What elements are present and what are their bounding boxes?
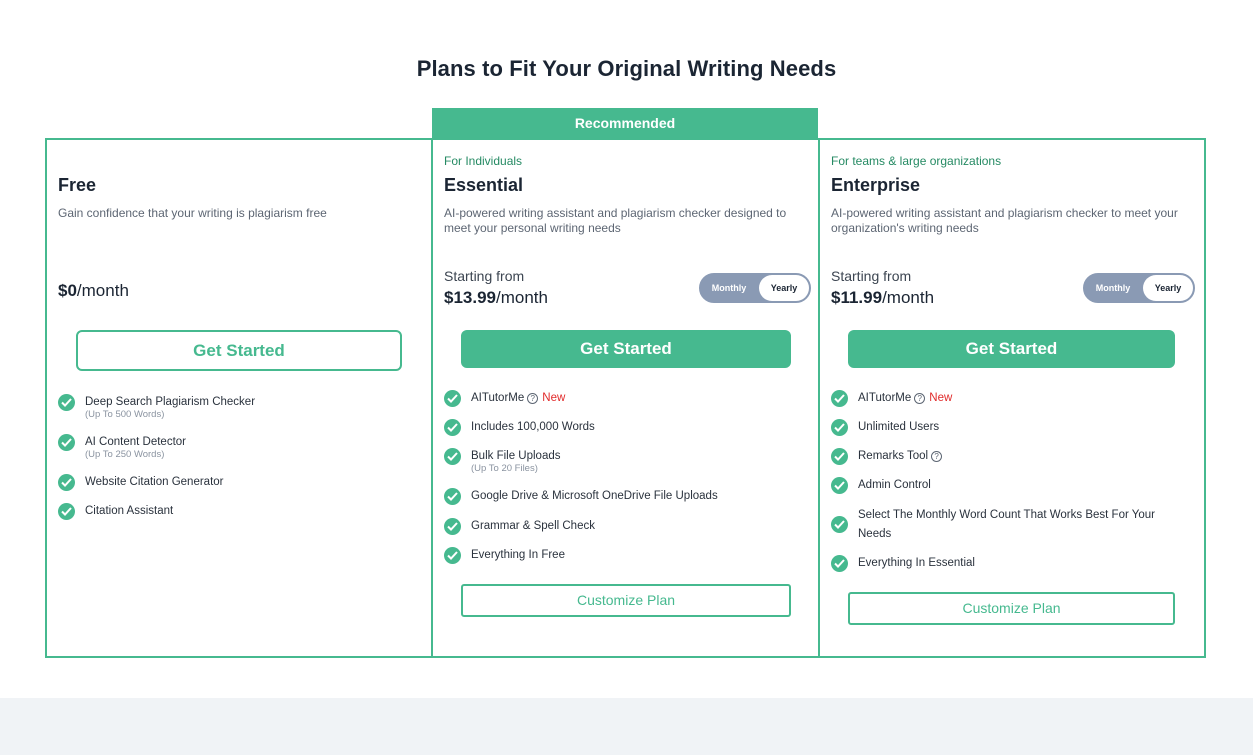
check-icon	[831, 448, 848, 465]
plan-card-essential: For Individuals Essential AI-powered wri…	[433, 140, 820, 656]
check-icon	[831, 477, 848, 494]
customize-plan-button[interactable]: Customize Plan	[848, 592, 1175, 625]
check-icon	[831, 419, 848, 436]
get-started-button[interactable]: Get Started	[848, 330, 1175, 368]
list-item: Deep Search Plagiarism Checker (Up To 50…	[58, 393, 398, 433]
plan-audience: For Individuals	[444, 154, 523, 168]
plan-description: AI-powered writing assistant and plagiar…	[444, 206, 787, 235]
check-icon	[444, 448, 461, 465]
plan-description: AI-powered writing assistant and plagiar…	[831, 206, 1178, 235]
help-icon[interactable]: ?	[931, 451, 943, 462]
toggle-monthly[interactable]: Monthly	[701, 275, 757, 301]
footer-band	[0, 698, 1253, 755]
check-icon	[831, 516, 848, 533]
check-icon	[831, 555, 848, 572]
plan-price: $13.99/month	[444, 288, 548, 307]
list-item: Admin Control	[831, 476, 1181, 506]
starting-from-label: Starting from	[831, 268, 912, 284]
customize-plan-button[interactable]: Customize Plan	[461, 584, 791, 617]
get-started-button[interactable]: Get Started	[76, 330, 402, 371]
check-icon	[444, 488, 461, 505]
plans-container: Free Gain confidence that your writing i…	[45, 138, 1206, 658]
list-item: Google Drive & Microsoft OneDrive File U…	[444, 487, 804, 517]
plan-name: Enterprise	[831, 175, 921, 195]
check-icon	[58, 474, 75, 491]
plan-price: $0/month	[58, 281, 129, 300]
check-icon	[444, 518, 461, 535]
billing-toggle[interactable]: Monthly Yearly	[1083, 273, 1195, 303]
list-item: Everything In Essential	[831, 554, 1181, 583]
list-item: Unlimited Users	[831, 418, 1181, 447]
toggle-yearly[interactable]: Yearly	[759, 275, 809, 301]
list-item: Bulk File Uploads (Up To 20 Files)	[444, 447, 804, 487]
new-badge: New	[929, 392, 953, 404]
help-icon[interactable]: ?	[914, 393, 926, 404]
plan-price: $11.99/month	[831, 288, 935, 307]
plan-name: Free	[58, 175, 97, 195]
feature-list: AITutorMe? New Unlimited Users Remarks To…	[831, 389, 1181, 583]
feature-list: Deep Search Plagiarism Checker (Up To 50…	[58, 393, 398, 531]
plan-description: Gain confidence that your writing is pla…	[58, 206, 327, 220]
check-icon	[58, 503, 75, 520]
check-icon	[58, 434, 75, 451]
check-icon	[444, 547, 461, 564]
list-item: AI Content Detector (Up To 250 Words)	[58, 433, 398, 473]
check-icon	[444, 390, 461, 407]
list-item: AITutorMe? New	[444, 389, 804, 418]
check-icon	[58, 394, 75, 411]
list-item: Website Citation Generator	[58, 473, 398, 502]
check-icon	[831, 390, 848, 407]
list-item: Grammar & Spell Check	[444, 517, 804, 546]
list-item: AITutorMe? New	[831, 389, 1181, 418]
page-title: Plans to Fit Your Original Writing Needs	[416, 56, 837, 81]
new-badge: New	[542, 392, 566, 404]
plan-name: Essential	[444, 175, 524, 195]
help-icon[interactable]: ?	[527, 393, 539, 404]
get-started-button[interactable]: Get Started	[461, 330, 791, 368]
plan-card-free: Free Gain confidence that your writing i…	[47, 140, 433, 656]
plan-card-enterprise: For teams & large organizations Enterpri…	[820, 140, 1204, 656]
toggle-yearly[interactable]: Yearly	[1143, 275, 1193, 301]
toggle-monthly[interactable]: Monthly	[1085, 275, 1141, 301]
plan-audience: For teams & large organizations	[831, 154, 1002, 168]
feature-list: AITutorMe? New Includes 100,000 Words Bul…	[444, 389, 804, 575]
list-item: Citation Assistant	[58, 502, 398, 531]
list-item: Remarks Tool?	[831, 447, 1181, 476]
starting-from-label: Starting from	[444, 268, 525, 284]
list-item: Everything In Free	[444, 546, 804, 575]
list-item: Includes 100,000 Words	[444, 418, 804, 447]
billing-toggle[interactable]: Monthly Yearly	[699, 273, 811, 303]
check-icon	[444, 419, 461, 436]
recommended-banner: Recommended	[432, 108, 818, 139]
list-item: Select The Monthly Word Count That Works…	[831, 506, 1181, 554]
